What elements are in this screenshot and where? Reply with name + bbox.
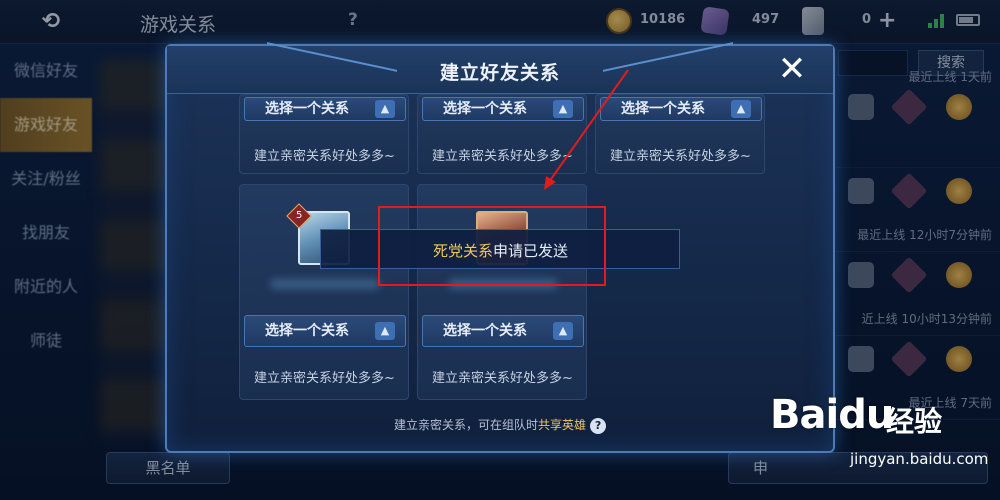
card-description: 建立亲密关系好处多多~: [432, 149, 573, 164]
baidu-jingyan-watermark: Baidu 经验 jingyan.baidu.com: [768, 392, 988, 492]
modal-title: 建立好友关系: [439, 62, 560, 84]
card-description: 建立亲密关系好处多多~: [432, 371, 573, 386]
modal-header: 建立好友关系 ✕: [167, 46, 833, 94]
chevron-up-icon: ▲: [375, 322, 395, 340]
card-description: 建立亲密关系好处多多~: [254, 371, 395, 386]
relation-card: 选择一个关系 ▲ 建立亲密关系好处多多~: [595, 94, 765, 174]
relation-card: 选择一个关系 ▲ 建立亲密关系好处多多~: [417, 94, 587, 174]
card-description: 建立亲密关系好处多多~: [610, 149, 751, 164]
jingyan-brand: 经验: [886, 405, 943, 438]
select-relation-dropdown[interactable]: 选择一个关系 ▲: [422, 315, 584, 347]
relation-card: 选择一个关系 ▲ 建立亲密关系好处多多~: [239, 94, 409, 174]
chevron-up-icon: ▲: [553, 322, 573, 340]
select-label: 选择一个关系: [265, 101, 349, 117]
select-relation-dropdown[interactable]: 选择一个关系 ▲: [244, 315, 406, 347]
chevron-up-icon: ▲: [553, 100, 573, 118]
baidu-logo: Baidu: [770, 392, 894, 438]
select-relation-dropdown[interactable]: 选择一个关系 ▲: [600, 97, 762, 121]
hero-level-badge: 5: [286, 203, 312, 229]
select-label: 选择一个关系: [265, 323, 349, 339]
help-icon[interactable]: ?: [590, 418, 607, 434]
select-label: 选择一个关系: [621, 101, 705, 117]
card-description: 建立亲密关系好处多多~: [254, 149, 395, 164]
annotation-highlight-box: [378, 206, 606, 286]
footer-highlight: 共享英雄: [538, 418, 587, 432]
select-relation-dropdown[interactable]: 选择一个关系 ▲: [244, 97, 406, 121]
select-label: 选择一个关系: [443, 323, 527, 339]
blurred-name: [270, 279, 380, 289]
chevron-up-icon: ▲: [731, 100, 751, 118]
watermark-url: jingyan.baidu.com: [850, 450, 989, 468]
modal-footer-note: 建立亲密关系，可在组队时共享英雄?: [167, 416, 833, 434]
select-label: 选择一个关系: [443, 101, 527, 117]
footer-text: 建立亲密关系，可在组队时: [393, 418, 538, 432]
select-relation-dropdown[interactable]: 选择一个关系 ▲: [422, 97, 584, 121]
chevron-up-icon: ▲: [375, 100, 395, 118]
close-button[interactable]: ✕: [775, 52, 809, 86]
